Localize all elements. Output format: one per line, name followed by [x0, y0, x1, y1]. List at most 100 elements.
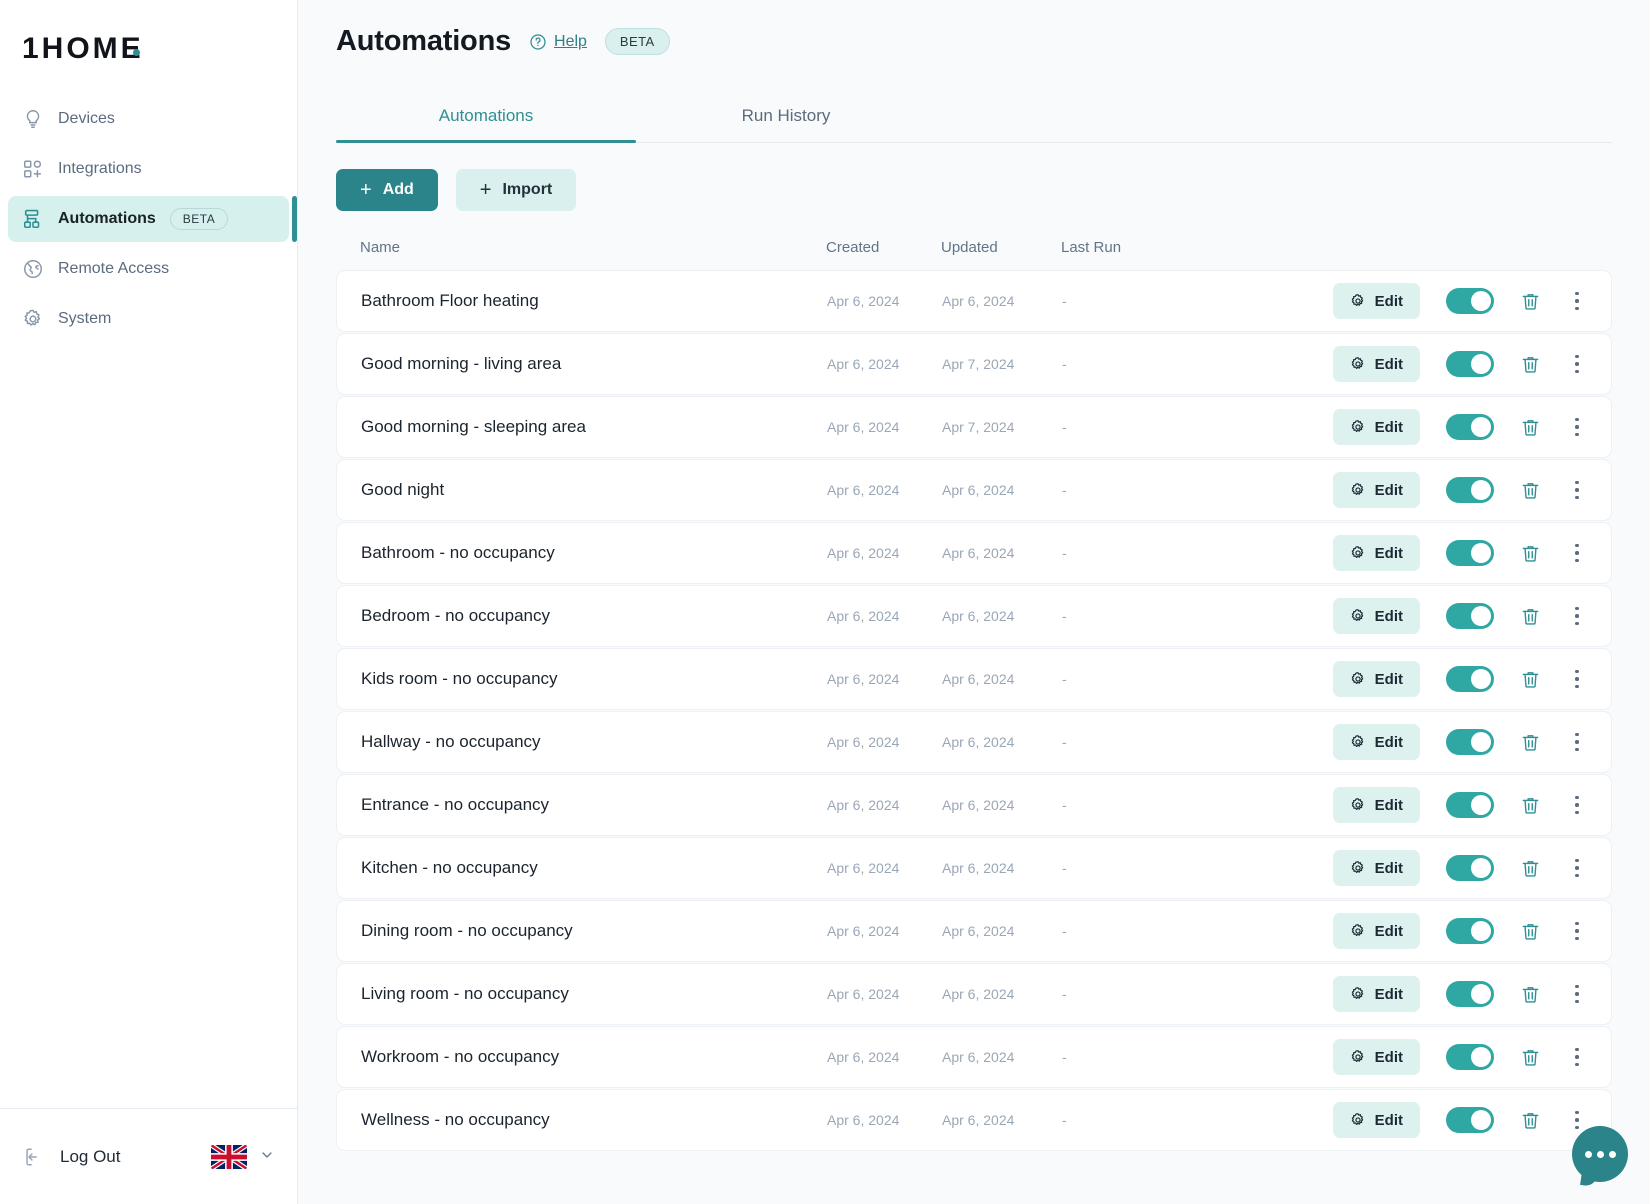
trash-icon[interactable]: [1520, 795, 1541, 816]
row-menu-icon[interactable]: [1567, 1111, 1587, 1130]
enable-toggle[interactable]: [1446, 1044, 1494, 1070]
trash-icon[interactable]: [1520, 543, 1541, 564]
trash-icon[interactable]: [1520, 669, 1541, 690]
trash-icon[interactable]: [1520, 858, 1541, 879]
row-menu-icon[interactable]: [1567, 292, 1587, 311]
automation-name: Bathroom Floor heating: [361, 291, 827, 311]
import-button[interactable]: + Import: [456, 169, 576, 211]
table-row[interactable]: Hallway - no occupancy Apr 6, 2024 Apr 6…: [336, 711, 1612, 773]
toggle-knob: [1471, 354, 1491, 374]
language-selector[interactable]: [211, 1145, 275, 1169]
edit-button[interactable]: Edit: [1333, 535, 1420, 571]
edit-button[interactable]: Edit: [1333, 346, 1420, 382]
edit-button[interactable]: Edit: [1333, 661, 1420, 697]
row-menu-icon[interactable]: [1567, 481, 1587, 500]
edit-button[interactable]: Edit: [1333, 409, 1420, 445]
table-row[interactable]: Entrance - no occupancy Apr 6, 2024 Apr …: [336, 774, 1612, 836]
enable-toggle[interactable]: [1446, 666, 1494, 692]
column-header-name: Name: [360, 239, 826, 256]
tab-run-history[interactable]: Run History: [636, 92, 936, 142]
edit-button[interactable]: Edit: [1333, 913, 1420, 949]
row-menu-icon[interactable]: [1567, 733, 1587, 752]
row-menu-icon[interactable]: [1567, 1048, 1587, 1067]
table-row[interactable]: Good night Apr 6, 2024 Apr 6, 2024 - Edi…: [336, 459, 1612, 521]
row-menu-icon[interactable]: [1567, 670, 1587, 689]
row-menu-icon[interactable]: [1567, 418, 1587, 437]
table-row[interactable]: Kids room - no occupancy Apr 6, 2024 Apr…: [336, 648, 1612, 710]
table-row[interactable]: Bedroom - no occupancy Apr 6, 2024 Apr 6…: [336, 585, 1612, 647]
enable-toggle[interactable]: [1446, 981, 1494, 1007]
chat-bubble-icon[interactable]: [1572, 1126, 1628, 1182]
trash-icon[interactable]: [1520, 606, 1541, 627]
toggle-knob: [1471, 921, 1491, 941]
row-menu-icon[interactable]: [1567, 985, 1587, 1004]
edit-button[interactable]: Edit: [1333, 283, 1420, 319]
trash-icon[interactable]: [1520, 354, 1541, 375]
edit-button[interactable]: Edit: [1333, 850, 1420, 886]
table-row[interactable]: Workroom - no occupancy Apr 6, 2024 Apr …: [336, 1026, 1612, 1088]
table-row[interactable]: Living room - no occupancy Apr 6, 2024 A…: [336, 963, 1612, 1025]
row-menu-icon[interactable]: [1567, 859, 1587, 878]
logout-button[interactable]: Log Out: [22, 1146, 121, 1168]
sidebar-item-system[interactable]: System: [8, 296, 289, 342]
trash-icon[interactable]: [1520, 732, 1541, 753]
row-menu-icon[interactable]: [1567, 922, 1587, 941]
table-row[interactable]: Good morning - sleeping area Apr 6, 2024…: [336, 396, 1612, 458]
app-root: 1HOME Devices: [0, 0, 1650, 1204]
automation-name: Workroom - no occupancy: [361, 1047, 827, 1067]
trash-icon[interactable]: [1520, 921, 1541, 942]
sidebar-item-automations[interactable]: Automations BETA: [8, 196, 289, 242]
trash-icon[interactable]: [1520, 1110, 1541, 1131]
enable-toggle[interactable]: [1446, 603, 1494, 629]
sidebar-item-remote-access[interactable]: Remote Access: [8, 246, 289, 292]
row-actions: Edit: [1220, 283, 1587, 319]
edit-button[interactable]: Edit: [1333, 472, 1420, 508]
enable-toggle[interactable]: [1446, 540, 1494, 566]
table-row[interactable]: Wellness - no occupancy Apr 6, 2024 Apr …: [336, 1089, 1612, 1151]
row-menu-icon[interactable]: [1567, 607, 1587, 626]
gear-icon: [1350, 734, 1366, 750]
table-row[interactable]: Bathroom - no occupancy Apr 6, 2024 Apr …: [336, 522, 1612, 584]
table-row[interactable]: Bathroom Floor heating Apr 6, 2024 Apr 6…: [336, 270, 1612, 332]
enable-toggle[interactable]: [1446, 414, 1494, 440]
toggle-knob: [1471, 606, 1491, 626]
edit-button[interactable]: Edit: [1333, 1039, 1420, 1075]
help-link[interactable]: Help: [529, 33, 587, 51]
table-row[interactable]: Dining room - no occupancy Apr 6, 2024 A…: [336, 900, 1612, 962]
uk-flag-icon: [211, 1145, 247, 1169]
header-beta-badge: BETA: [605, 28, 670, 55]
automation-created: Apr 6, 2024: [827, 293, 942, 309]
trash-icon[interactable]: [1520, 984, 1541, 1005]
sidebar-item-label: System: [58, 310, 111, 328]
row-menu-icon[interactable]: [1567, 796, 1587, 815]
tab-automations[interactable]: Automations: [336, 92, 636, 142]
enable-toggle[interactable]: [1446, 855, 1494, 881]
edit-button[interactable]: Edit: [1333, 598, 1420, 634]
edit-button[interactable]: Edit: [1333, 724, 1420, 760]
edit-button[interactable]: Edit: [1333, 1102, 1420, 1138]
enable-toggle[interactable]: [1446, 1107, 1494, 1133]
sidebar-item-devices[interactable]: Devices: [8, 96, 289, 142]
trash-icon[interactable]: [1520, 480, 1541, 501]
table-row[interactable]: Good morning - living area Apr 6, 2024 A…: [336, 333, 1612, 395]
trash-icon[interactable]: [1520, 417, 1541, 438]
row-menu-icon[interactable]: [1567, 355, 1587, 374]
page-header: Automations Help BETA: [298, 0, 1650, 58]
brand-logo[interactable]: 1HOME: [0, 0, 297, 78]
enable-toggle[interactable]: [1446, 351, 1494, 377]
row-menu-icon[interactable]: [1567, 544, 1587, 563]
trash-icon[interactable]: [1520, 1047, 1541, 1068]
enable-toggle[interactable]: [1446, 729, 1494, 755]
edit-button[interactable]: Edit: [1333, 787, 1420, 823]
enable-toggle[interactable]: [1446, 792, 1494, 818]
add-button[interactable]: + Add: [336, 169, 438, 211]
enable-toggle[interactable]: [1446, 918, 1494, 944]
toolbar: + Add + Import: [336, 169, 1650, 211]
enable-toggle[interactable]: [1446, 288, 1494, 314]
gear-icon: [1350, 1112, 1366, 1128]
edit-button[interactable]: Edit: [1333, 976, 1420, 1012]
sidebar-item-integrations[interactable]: Integrations: [8, 146, 289, 192]
enable-toggle[interactable]: [1446, 477, 1494, 503]
trash-icon[interactable]: [1520, 291, 1541, 312]
table-row[interactable]: Kitchen - no occupancy Apr 6, 2024 Apr 6…: [336, 837, 1612, 899]
